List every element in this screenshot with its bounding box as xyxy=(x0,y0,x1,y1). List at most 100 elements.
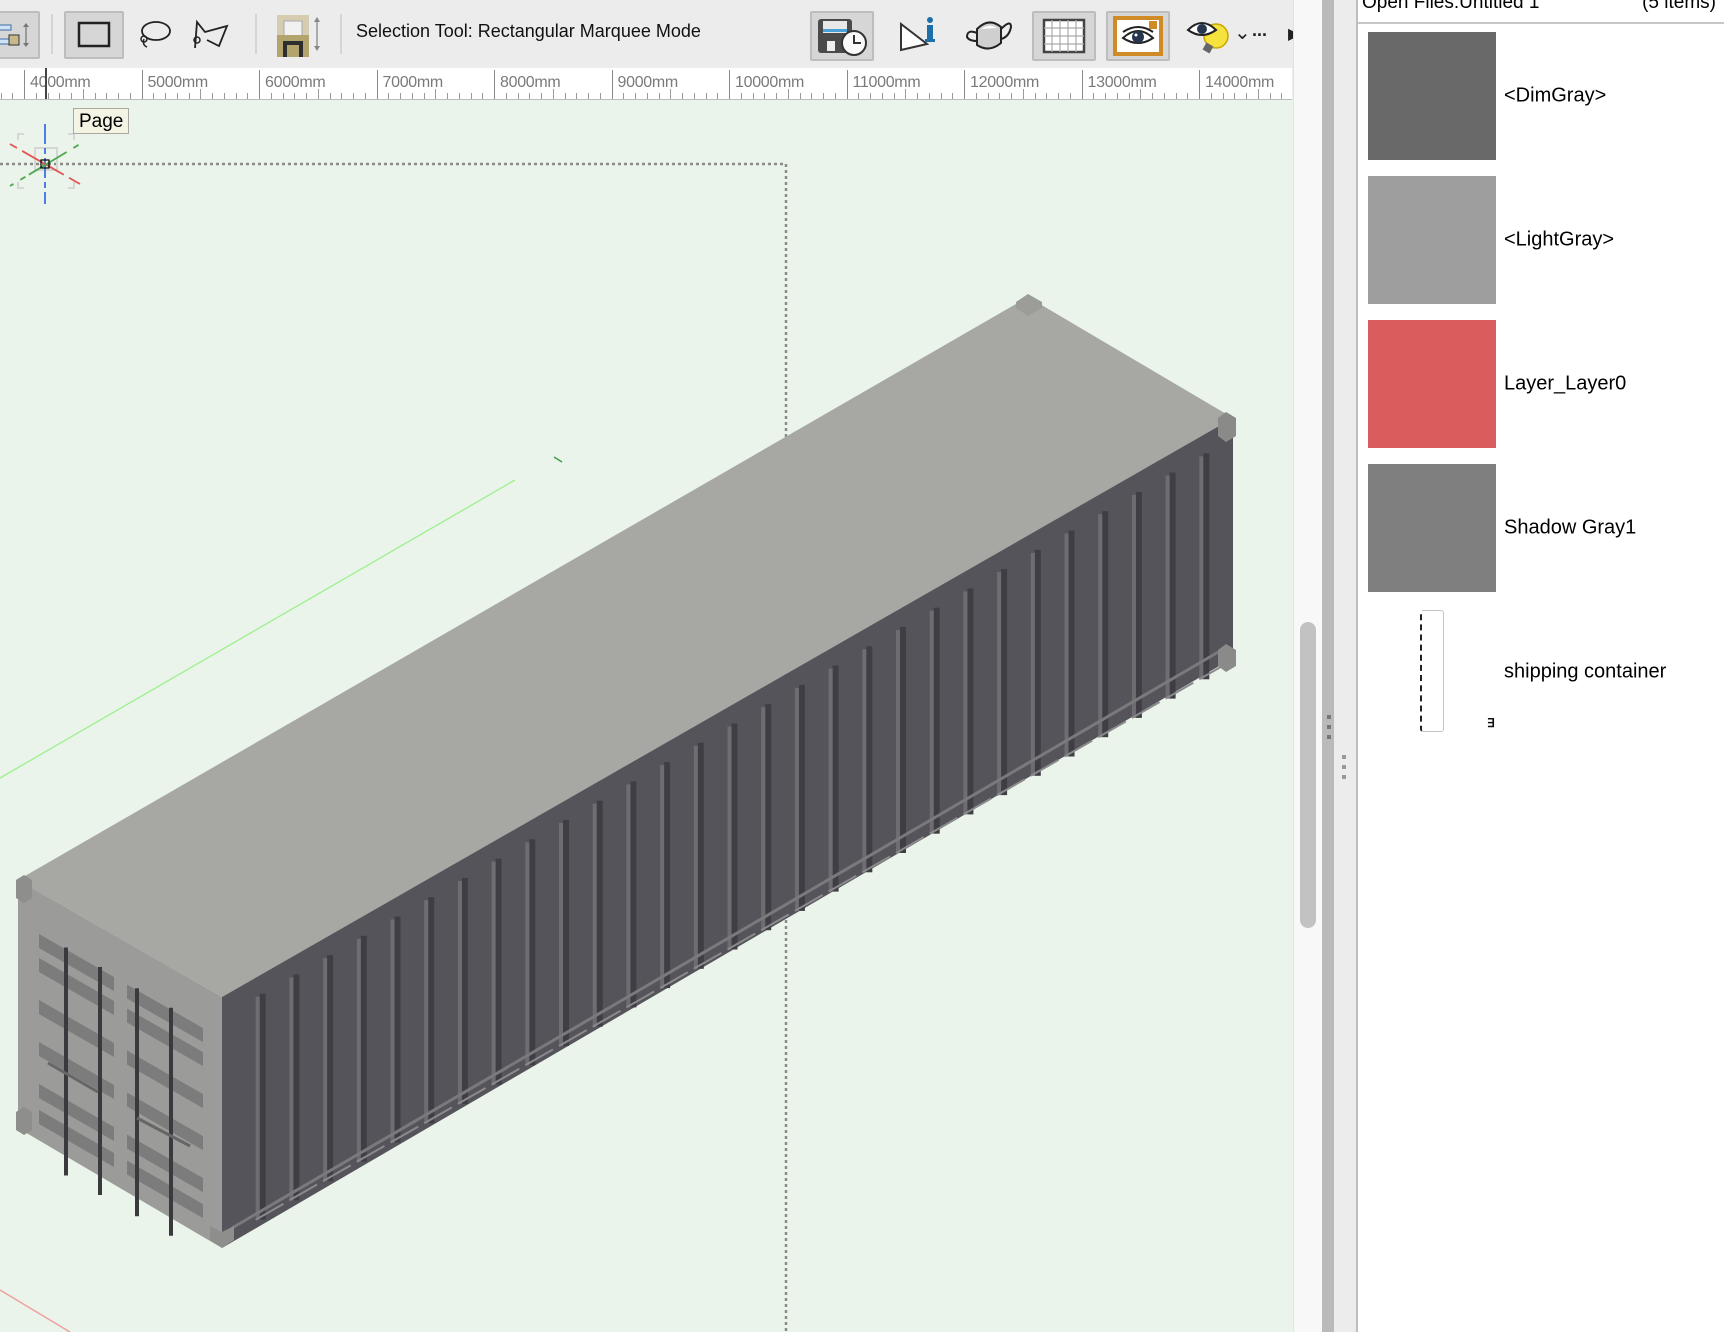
canvas-vertical-scrollbar[interactable] xyxy=(1293,0,1322,1332)
ruler-label: 12000mm xyxy=(970,74,1040,91)
container-rib-highlight xyxy=(1064,533,1069,757)
resource-item-lightgray[interactable]: <LightGray> xyxy=(1368,176,1708,304)
resource-label: Shadow Gray1 xyxy=(1504,516,1637,539)
container-rib xyxy=(933,607,940,834)
ruler-label: 5000mm xyxy=(147,74,209,91)
object-info-button[interactable] xyxy=(892,11,948,59)
container-rib-highlight xyxy=(727,726,732,950)
ruler-minor-tick xyxy=(223,93,225,99)
ruler-minor-tick xyxy=(423,93,425,99)
container-rib-highlight xyxy=(356,938,361,1162)
ruler-minor-tick xyxy=(799,93,801,99)
ruler-minor-tick xyxy=(975,93,977,99)
drawing-canvas[interactable]: Page xyxy=(0,100,1293,1332)
lasso-icon xyxy=(140,21,171,48)
ruler-minor-tick xyxy=(646,93,648,99)
floppy-clock-icon xyxy=(818,19,867,56)
select-through-layers-button[interactable] xyxy=(270,11,326,59)
ruler-major-tick xyxy=(494,70,495,99)
ruler-minor-tick xyxy=(928,93,930,99)
container-rib xyxy=(900,627,906,853)
resource-label: Layer_Layer0 xyxy=(1504,372,1627,395)
chevron-down-icon[interactable]: ⌄ xyxy=(1234,20,1251,45)
ruler-minor-tick xyxy=(341,93,343,99)
ruler-minor-tick xyxy=(447,93,448,99)
container-rib xyxy=(1169,472,1176,699)
save-history-button[interactable] xyxy=(810,11,874,61)
grip-dot xyxy=(1327,715,1331,719)
ruler-major-tick xyxy=(1199,70,1200,99)
toolbar: Selection Tool: Rectangular Marquee Mode xyxy=(0,0,1322,68)
resource-item-dimgray[interactable]: <DimGray> xyxy=(1368,32,1708,160)
ruler-minor-tick xyxy=(388,93,390,99)
resource-label: shipping container xyxy=(1504,660,1667,683)
grid-toggle-button[interactable] xyxy=(1032,11,1096,61)
ruler-major-tick xyxy=(376,70,378,99)
container-rib xyxy=(360,935,367,1162)
ruler-minor-tick xyxy=(59,93,61,99)
ruler-minor-tick xyxy=(870,93,871,99)
grip-dot xyxy=(1342,775,1346,779)
toolbar-separator xyxy=(51,14,53,54)
scrollbar-thumb[interactable] xyxy=(1300,622,1316,928)
horizontal-ruler[interactable]: 4000mm 5000mm 6000mm 7000mm 8000mm 9000mm 1000… xyxy=(0,68,1292,100)
ruler-minor-tick xyxy=(188,93,190,99)
grip-dot xyxy=(1327,725,1331,729)
ruler-label: 6000mm xyxy=(265,74,326,91)
render-teapot-button[interactable] xyxy=(960,11,1018,59)
ruler-minor-tick xyxy=(987,93,989,99)
ruler-minor-tick xyxy=(752,93,754,99)
more-tools-button[interactable]: ... xyxy=(1252,20,1267,41)
polygon-marquee-button[interactable] xyxy=(188,11,234,59)
transform-toggle-button[interactable] xyxy=(0,11,40,59)
container-rib xyxy=(866,646,873,873)
shipping-container-model[interactable] xyxy=(16,294,1236,1248)
container-rib xyxy=(1034,549,1041,776)
ruler-minor-tick xyxy=(599,93,601,99)
panel-splitter[interactable] xyxy=(1322,0,1334,1332)
rectangular-marquee-button[interactable] xyxy=(64,11,124,59)
ruler-minor-tick xyxy=(623,93,625,99)
ruler-minor-tick xyxy=(1140,89,1142,99)
container-rib-highlight xyxy=(525,842,530,1066)
container-rib-highlight xyxy=(390,919,395,1143)
resource-item-shadow-gray1[interactable]: Shadow Gray1 xyxy=(1368,464,1708,592)
ruler-major-tick xyxy=(24,70,25,99)
resource-manager-panel: Open Files:Untitled 1 (5 items) <DimGray… xyxy=(1356,0,1724,1332)
resource-item-shipping-container[interactable]: ∃ shipping container xyxy=(1368,608,1708,736)
lasso-button[interactable] xyxy=(132,11,176,59)
ruler-label: 7000mm xyxy=(382,74,444,91)
ruler-minor-tick xyxy=(1246,93,1247,99)
grid-icon xyxy=(1042,18,1086,54)
resource-label: <DimGray> xyxy=(1504,84,1607,107)
ruler-minor-tick xyxy=(1222,93,1224,99)
resource-item-layer0[interactable]: Layer_Layer0 xyxy=(1368,320,1708,448)
ruler-minor-tick xyxy=(282,93,284,99)
container-rib xyxy=(596,800,603,1027)
ruler-minor-tick xyxy=(905,89,907,99)
ruler-minor-tick xyxy=(1069,93,1071,99)
ruler-major-tick xyxy=(259,70,260,99)
ruler-minor-tick xyxy=(176,93,178,99)
container-rib-highlight xyxy=(626,784,631,1008)
symbol-preview-icon xyxy=(1420,610,1444,732)
view-page-button[interactable] xyxy=(1106,11,1170,61)
corner-casting xyxy=(1218,644,1236,672)
ruler-minor-tick xyxy=(670,89,672,99)
ruler-minor-tick xyxy=(317,89,319,99)
rectangle-icon xyxy=(77,21,111,48)
container-rib-highlight xyxy=(896,630,900,853)
grip-dot xyxy=(1327,735,1331,739)
panel-title: Open Files:Untitled 1 xyxy=(1362,0,1540,13)
container-rib-highlight xyxy=(457,880,462,1104)
container-rib xyxy=(563,820,569,1046)
ruler-minor-tick xyxy=(693,93,695,99)
ruler-minor-tick xyxy=(1058,93,1059,99)
lighting-visibility-button[interactable] xyxy=(1186,11,1232,59)
container-rib xyxy=(293,974,300,1201)
ruler-minor-tick xyxy=(458,93,460,99)
container-rib xyxy=(259,993,266,1220)
color-swatch xyxy=(1368,320,1496,448)
ruler-minor-tick xyxy=(94,93,96,99)
panel-splitter-gutter[interactable] xyxy=(1334,0,1356,1332)
